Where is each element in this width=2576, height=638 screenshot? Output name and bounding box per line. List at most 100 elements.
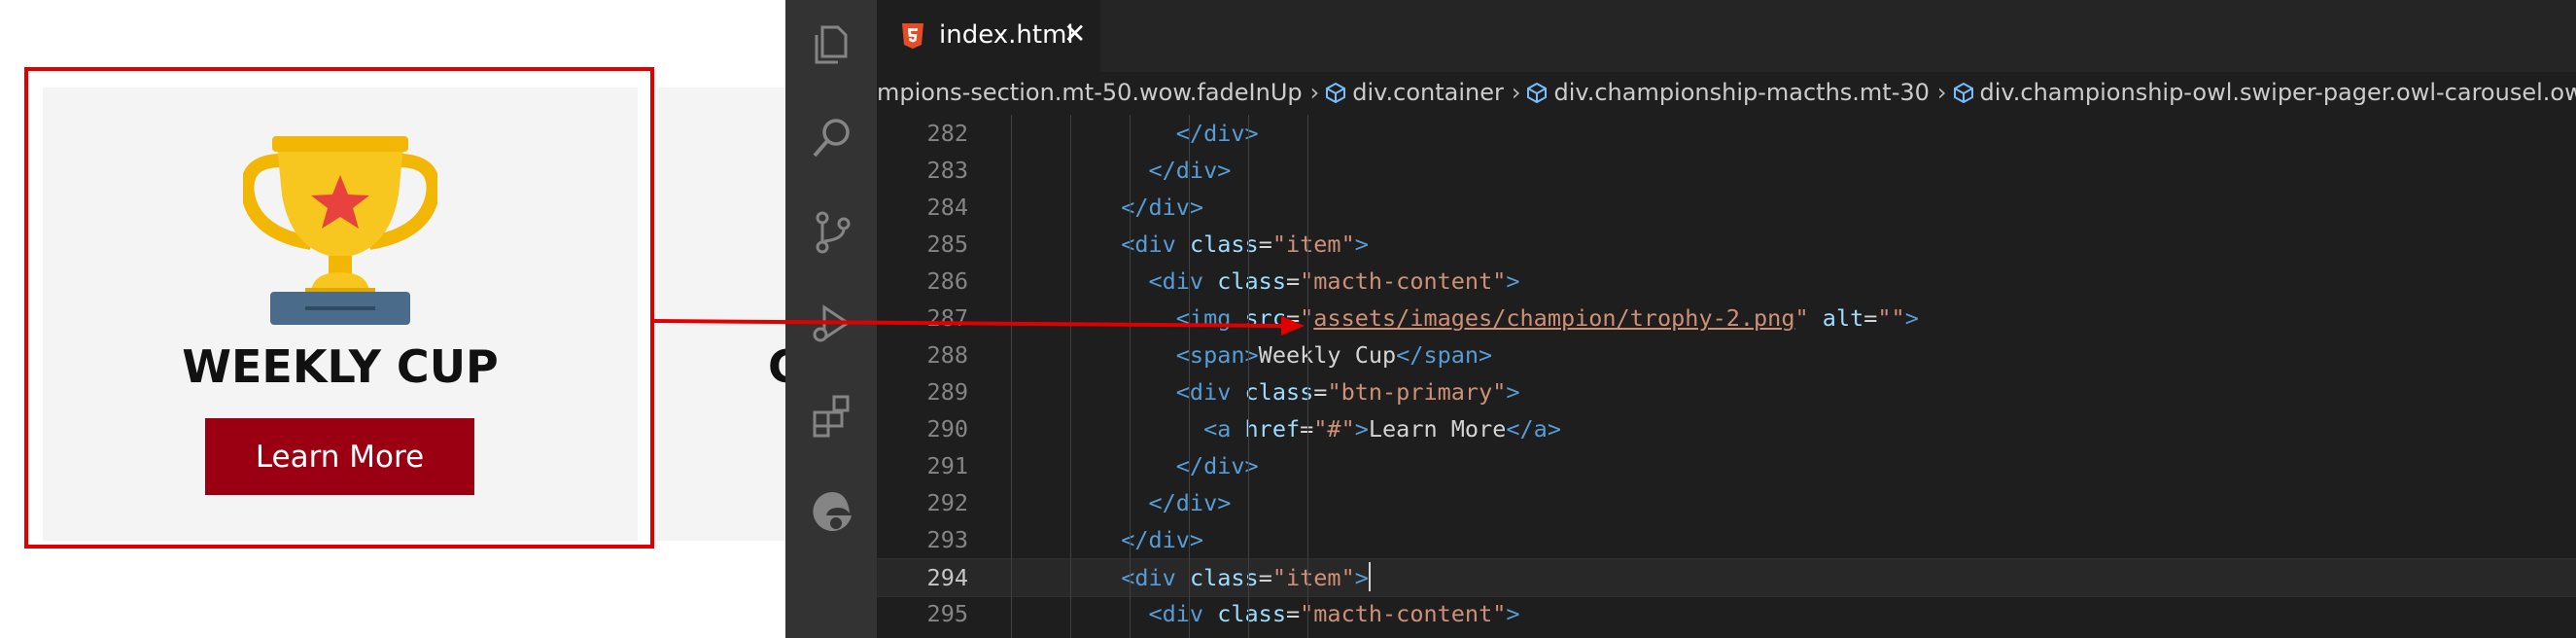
indent-guide [1307, 115, 1308, 638]
code-token: > [1244, 120, 1259, 147]
code-token: class [1217, 267, 1286, 295]
code-token: href [1244, 415, 1301, 443]
code-token: <div [1121, 564, 1190, 591]
text-cursor [1368, 562, 1371, 591]
code-text: </div> [1011, 484, 1231, 521]
line-number: 284 [926, 194, 968, 221]
code-text: <span>Weekly Cup</span> [1011, 337, 1492, 373]
line-number: 283 [926, 157, 968, 184]
indent-guide [1130, 115, 1131, 638]
code-text: <a href="#">Learn More</a> [1011, 410, 1561, 447]
run-debug-icon[interactable] [809, 300, 855, 346]
line-number: 285 [926, 230, 968, 258]
search-icon[interactable] [809, 115, 855, 161]
code-token: > [1904, 304, 1919, 332]
code-token: </ [1121, 194, 1149, 221]
code-line[interactable]: 289 <div class="btn-primary"> [877, 373, 2576, 410]
code-token: = [1258, 564, 1272, 591]
breadcrumb-item[interactable]: mpions-section.mt-50.wow.fadeInUp [877, 72, 1303, 113]
code-token: class [1244, 378, 1314, 406]
line-number: 292 [926, 489, 968, 516]
breadcrumb-item[interactable]: div.container [1352, 72, 1504, 113]
code-line[interactable]: 282 </div> [877, 115, 2576, 152]
extensions-icon[interactable] [809, 393, 855, 440]
code-token: src [1244, 304, 1286, 332]
code-token: = [1258, 230, 1272, 258]
code-line[interactable]: 286 <div class="macth-content"> [877, 263, 2576, 300]
activity-bar [785, 0, 877, 638]
indent-guide [1070, 115, 1071, 638]
code-token: = [1285, 304, 1301, 332]
line-number: 294 [926, 564, 968, 591]
code-token: </a> [1506, 415, 1561, 443]
code-text: </div> [1011, 189, 1203, 226]
code-line[interactable]: 291 </div> [877, 447, 2576, 484]
line-number: 288 [926, 341, 968, 369]
code-text: <div class="macth-content"> [1011, 595, 1519, 632]
code-line[interactable]: 287 <img src="assets/images/champion/tro… [877, 300, 2576, 337]
code-token: <a [1203, 415, 1245, 443]
code-token: class [1217, 600, 1286, 627]
line-number: 291 [926, 452, 968, 479]
code-token: = [1285, 600, 1301, 627]
code-token: > [1354, 230, 1369, 258]
chevron-right-icon: › [1511, 79, 1521, 106]
code-line[interactable]: 292 </div> [877, 484, 2576, 521]
indent-guide [1189, 115, 1190, 638]
code-token: Learn More [1368, 415, 1507, 443]
breadcrumb-item[interactable]: div.championship-macths.mt-30 [1553, 72, 1929, 113]
code-token: > [1506, 378, 1520, 406]
html5-icon [902, 23, 923, 49]
code-token: "item" [1271, 230, 1355, 258]
code-token: = [1863, 304, 1878, 332]
code-token: div [1148, 194, 1190, 221]
line-number: 282 [926, 120, 968, 147]
chevron-right-icon: › [1936, 79, 1947, 106]
chevron-right-icon: › [1309, 79, 1320, 106]
explorer-icon[interactable] [809, 21, 855, 68]
indent-guide [1011, 115, 1012, 638]
code-token: <div [1148, 600, 1218, 627]
tab-index-html[interactable]: index.html ✕ [877, 0, 1100, 72]
code-line[interactable]: 283 </div> [877, 152, 2576, 189]
code-token: </div> [1121, 526, 1204, 553]
edge-icon[interactable] [809, 488, 855, 535]
breadcrumb-item[interactable]: div.championship-owl.swiper-pager.owl-ca… [1980, 72, 2576, 113]
line-number: 293 [926, 526, 968, 553]
code-text: <div class="macth-content"> [1011, 263, 1519, 300]
code-token: "macth-content" [1300, 267, 1507, 295]
code-line[interactable]: 294 <div class="item"> [877, 558, 2576, 597]
close-icon[interactable]: ✕ [1063, 18, 1086, 50]
line-number: 290 [926, 415, 968, 443]
code-token: "item" [1271, 564, 1355, 591]
element-cube-icon [1326, 82, 1346, 103]
web-preview: C WEEKLY CUP Learn More [0, 0, 801, 638]
code-token: = [1285, 267, 1301, 295]
code-token: div [1175, 157, 1218, 184]
code-token: > [1189, 194, 1204, 221]
code-line[interactable]: 285 <div class="item"> [877, 226, 2576, 263]
code-line[interactable]: 284 </div> [877, 189, 2576, 226]
code-token: = [1313, 378, 1328, 406]
code-token: alt [1822, 304, 1864, 332]
code-token: </ [1148, 157, 1176, 184]
code-line[interactable]: 290 <a href="#">Learn More</a> [877, 410, 2576, 447]
code-line[interactable]: 295 <div class="macth-content"> [877, 595, 2576, 632]
source-control-icon[interactable] [809, 208, 855, 255]
code-line[interactable]: 293 </div> [877, 521, 2576, 558]
code-line[interactable]: 288 <span>Weekly Cup</span> [877, 337, 2576, 373]
code-token: "macth-content" [1300, 600, 1507, 627]
code-area[interactable]: 282 </div>283 </div>284 </div>285 <div c… [877, 115, 2576, 638]
code-token: " [1794, 304, 1809, 332]
